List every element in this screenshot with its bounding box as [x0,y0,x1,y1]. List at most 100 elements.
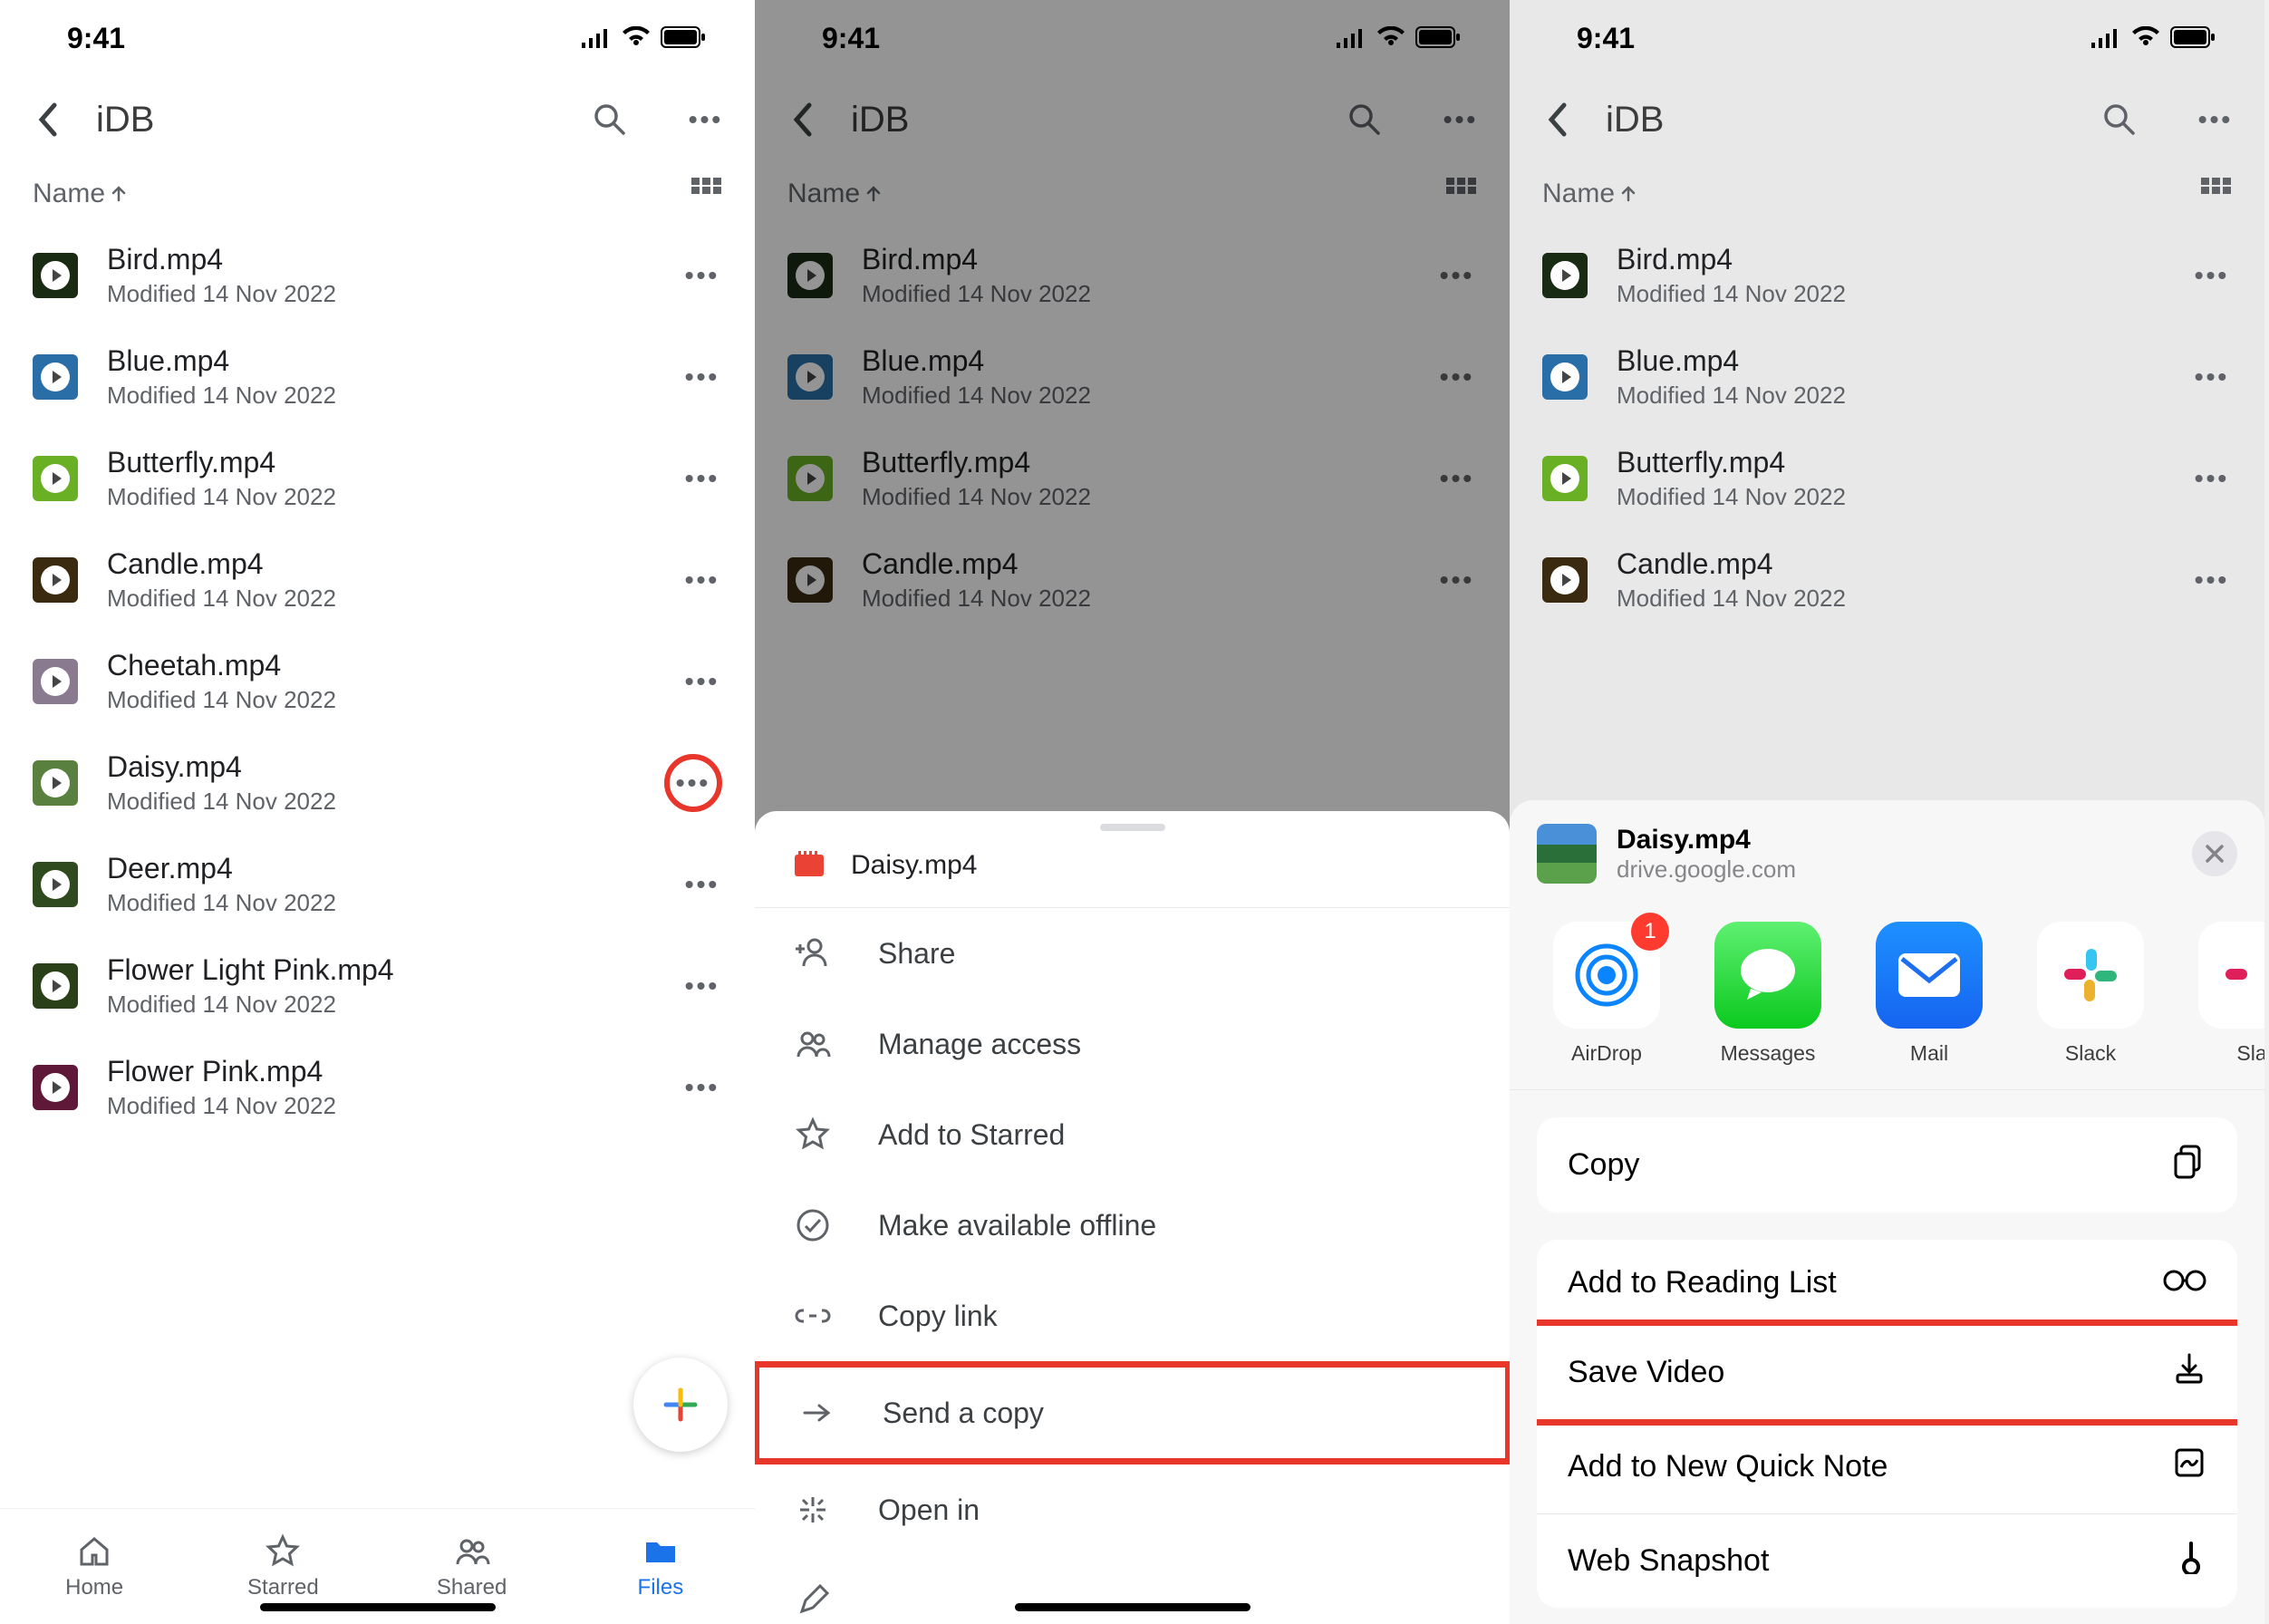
file-more-button[interactable]: ••• [682,566,722,594]
battery-icon [1415,22,1461,55]
sheet-share[interactable]: Share [755,908,1510,999]
close-icon [2204,843,2226,865]
nav-files[interactable]: Files [566,1509,755,1624]
wifi-icon [621,22,652,55]
battery-icon [661,22,706,55]
search-button[interactable] [1345,100,1385,140]
page-title: iDB [1606,100,2043,140]
fab-add-button[interactable] [633,1358,728,1452]
file-more-button[interactable]: ••• [682,972,722,1000]
home-icon [76,1533,112,1570]
close-button[interactable] [2192,831,2237,876]
more-options-button[interactable]: ••• [686,100,726,140]
signal-icon [1336,22,1366,55]
offline-icon [795,1207,831,1243]
file-list[interactable]: Bird.mp4Modified 14 Nov 2022••• Blue.mp4… [0,225,755,1508]
nav-label: Shared [437,1575,507,1600]
action-quick-note[interactable]: Add to New Quick Note [1537,1419,2237,1513]
status-time: 9:41 [822,22,880,55]
file-row[interactable]: Deer.mp4Modified 14 Nov 2022••• [0,834,755,935]
home-indicator[interactable] [1015,1603,1250,1611]
file-row[interactable]: Blue.mp4 Modified 14 Nov 2022 ••• [0,326,755,428]
more-options-button[interactable]: ••• [2196,100,2235,140]
file-modified: Modified 14 Nov 2022 [107,382,653,410]
file-more-button[interactable]: ••• [682,1073,722,1102]
file-name: Butterfly.mp4 [107,446,653,479]
file-row[interactable]: Candle.mp4Modified 14 Nov 2022••• [0,529,755,631]
file-row[interactable]: Flower Light Pink.mp4Modified 14 Nov 202… [0,935,755,1037]
share-slack-overflow[interactable]: Sla [2198,922,2264,1066]
view-toggle-grid[interactable] [691,178,722,210]
sheet-offline[interactable]: Make available offline [755,1180,1510,1271]
people-icon [795,1026,831,1062]
share-messages[interactable]: Messages [1714,922,1821,1066]
person-add-icon [795,935,831,972]
back-button[interactable] [784,102,820,138]
file-modified: Modified 14 Nov 2022 [107,483,653,511]
share-mail[interactable]: Mail [1876,922,1983,1066]
back-button[interactable] [1539,102,1575,138]
file-more-button-highlighted[interactable]: ••• [664,754,722,812]
status-indicators [2090,22,2216,55]
file-name: Flower Light Pink.mp4 [107,953,653,987]
file-more-button[interactable]: ••• [682,464,722,493]
nav-home[interactable]: Home [0,1509,188,1624]
action-save-video[interactable]: Save Video [1537,1320,2237,1426]
file-modified: Modified 14 Nov 2022 [107,788,635,816]
star-icon [795,1116,831,1153]
file-row[interactable]: Daisy.mp4Modified 14 Nov 2022••• [0,732,755,834]
nav-label: Files [638,1575,684,1600]
folder-icon [642,1533,679,1570]
slack-icon [2059,943,2122,1007]
wifi-icon [2130,22,2161,55]
status-bar: 9:41 [0,0,755,76]
search-button[interactable] [2100,100,2139,140]
glasses-icon [2163,1265,2206,1300]
file-more-button[interactable]: ••• [682,362,722,392]
sort-button[interactable]: Name [33,179,127,209]
sheet-copy-link[interactable]: Copy link [755,1271,1510,1361]
action-web-snapshot[interactable]: Web Snapshot [1537,1513,2237,1608]
home-indicator[interactable] [260,1603,496,1611]
file-name: Bird.mp4 [107,243,653,276]
share-app-row[interactable]: 1 AirDrop Messages Mail [1510,904,2264,1090]
sort-button[interactable]: Name [1542,179,1637,209]
file-modified: Modified 14 Nov 2022 [107,1092,653,1120]
ios-file-name: Daisy.mp4 [1617,825,1796,856]
file-more-button[interactable]: ••• [682,667,722,696]
sheet-grabber[interactable] [1100,824,1165,831]
people-icon [454,1533,490,1570]
file-row[interactable]: Bird.mp4Modified 14 Nov 2022••• [0,225,755,326]
action-reading-list[interactable]: Add to Reading List [1537,1240,2237,1326]
action-copy[interactable]: Copy [1537,1117,2237,1213]
status-time: 9:41 [67,22,125,55]
nav-label: Home [65,1575,123,1600]
file-more-button[interactable]: ••• [682,870,722,899]
search-button[interactable] [590,100,630,140]
airdrop-icon [1570,939,1643,1011]
sheet-manage-access[interactable]: Manage access [755,999,1510,1089]
file-row[interactable]: Butterfly.mp4 Modified 14 Nov 2022 ••• [0,428,755,529]
file-name: Deer.mp4 [107,852,653,885]
more-options-button[interactable]: ••• [1441,100,1481,140]
sheet-add-starred[interactable]: Add to Starred [755,1089,1510,1180]
sheet-send-copy[interactable]: Send a copy [759,1368,1505,1458]
sheet-cut-item[interactable] [755,1555,1510,1624]
sort-button[interactable]: Name [787,179,882,209]
pencil-icon [795,1582,831,1619]
plus-icon [661,1385,700,1425]
signal-icon [2090,22,2121,55]
file-more-button[interactable]: ••• [682,261,722,290]
view-toggle-grid[interactable] [1446,178,1477,210]
file-row[interactable]: Flower Pink.mp4Modified 14 Nov 2022••• [0,1037,755,1138]
send-icon [799,1395,835,1431]
share-airdrop[interactable]: 1 AirDrop [1553,922,1660,1066]
file-name: Blue.mp4 [107,344,653,378]
sort-row: Name [755,163,1510,225]
sheet-open-in[interactable]: Open in [755,1464,1510,1555]
share-slack[interactable]: Slack [2037,922,2144,1066]
file-row[interactable]: Cheetah.mp4Modified 14 Nov 2022••• [0,631,755,732]
back-button[interactable] [29,102,65,138]
view-toggle-grid[interactable] [2201,178,2232,210]
status-bar: 9:41 [1510,0,2264,76]
